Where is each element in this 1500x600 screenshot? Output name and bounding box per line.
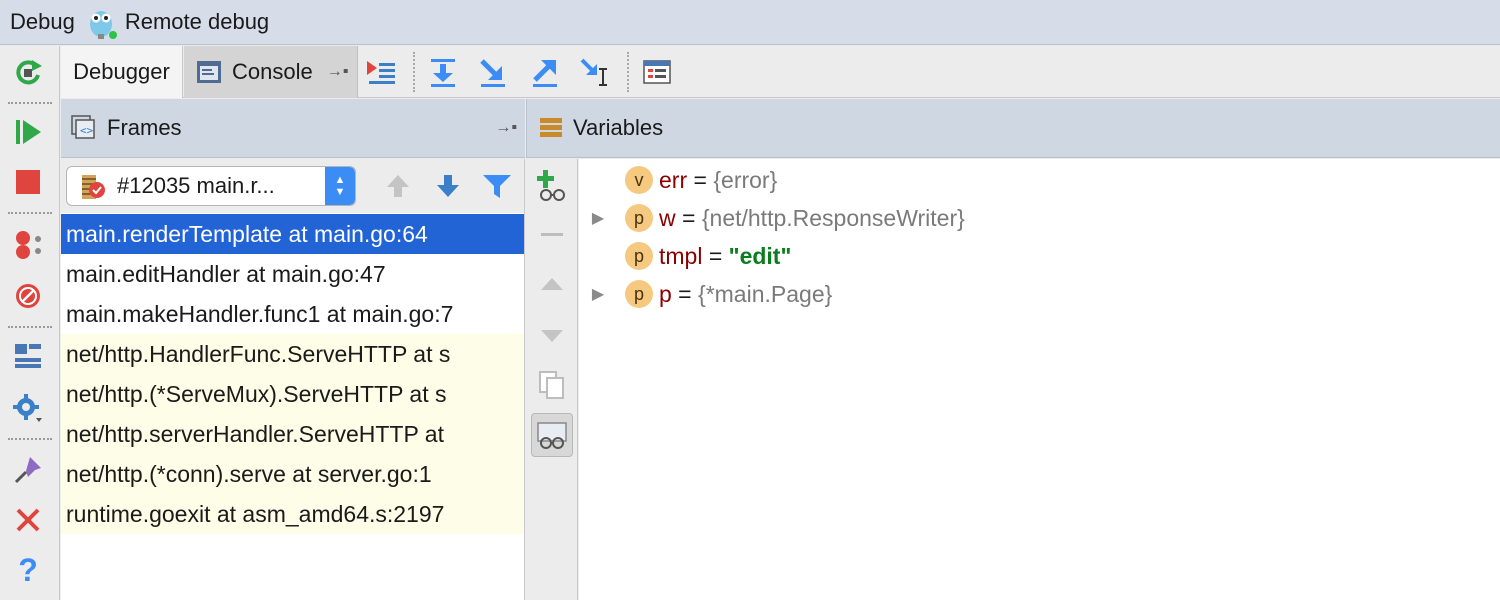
variable-equals: =	[687, 166, 714, 193]
copy-icon[interactable]	[532, 365, 572, 405]
view-breakpoints-icon[interactable]	[8, 224, 48, 264]
title-bar: Debug Remote debug	[0, 0, 1500, 45]
step-into-icon[interactable]	[475, 54, 511, 90]
variable-kind-badge: p	[625, 280, 653, 308]
frames-header: <> Frames →▪	[61, 99, 525, 158]
config-name: Remote debug	[124, 9, 270, 34]
expand-arrow-icon[interactable]: ▶	[583, 208, 613, 228]
rerun-icon[interactable]	[8, 52, 48, 92]
resume-icon[interactable]	[8, 112, 48, 152]
new-watch-icon[interactable]	[532, 165, 572, 205]
hide-frames-icon[interactable]: →▪	[495, 119, 517, 137]
frame-item[interactable]: net/http.(*conn).serve at server.go:1	[61, 454, 524, 494]
settings-icon[interactable]	[8, 388, 48, 428]
console-icon	[196, 60, 222, 84]
variable-value: {net/http.ResponseWriter}	[701, 204, 965, 231]
variables-icon	[539, 116, 563, 140]
next-frame-icon[interactable]	[433, 171, 463, 201]
variable-value: "edit"	[728, 242, 792, 269]
tab-console[interactable]: Console →▪	[184, 46, 358, 98]
run-to-cursor-icon[interactable]	[577, 54, 613, 90]
thread-icon	[79, 173, 107, 201]
previous-frame-icon[interactable]	[383, 171, 413, 201]
step-out-icon[interactable]	[527, 54, 563, 90]
variable-value: {error}	[713, 166, 778, 193]
thread-row: #12035 main.r... ▲ ▼	[61, 159, 524, 213]
mute-breakpoints-icon[interactable]	[8, 276, 48, 316]
thread-selector[interactable]: #12035 main.r... ▲ ▼	[66, 166, 356, 206]
variable-name: err	[659, 166, 688, 193]
evaluate-expression-icon[interactable]	[639, 54, 675, 90]
variables-toolbar	[526, 159, 578, 600]
variable-row[interactable]: p tmpl = "edit"	[579, 237, 791, 275]
remove-watch-icon[interactable]	[532, 215, 572, 255]
variable-name: tmpl	[659, 242, 703, 269]
variable-kind-badge: p	[625, 204, 653, 232]
variables-panel: v err = {error} ▶ p w = {net/http.Respon…	[579, 159, 1500, 600]
variable-name: p	[659, 280, 672, 307]
pin-icon[interactable]	[8, 450, 48, 490]
left-toolbar: ?	[0, 46, 60, 600]
show-execution-point-icon[interactable]	[363, 54, 399, 90]
step-over-icon[interactable]	[425, 54, 461, 90]
variable-value: {*main.Page}	[698, 280, 833, 307]
pin-tab-icon[interactable]: →▪	[327, 63, 349, 81]
variable-equals: =	[702, 242, 729, 269]
thread-stepper-icon[interactable]: ▲ ▼	[325, 167, 355, 205]
stop-icon[interactable]	[8, 162, 48, 202]
restore-layout-icon[interactable]	[8, 336, 48, 376]
move-up-icon[interactable]	[532, 265, 572, 305]
variable-equals: =	[675, 204, 702, 231]
filter-frames-icon[interactable]	[481, 171, 513, 201]
frame-list: main.renderTemplate at main.go:64 main.e…	[61, 214, 524, 534]
variable-kind-badge: p	[625, 242, 653, 270]
console-label: Console	[232, 59, 313, 84]
variable-equals: =	[671, 280, 699, 307]
frame-item[interactable]: main.makeHandler.func1 at main.go:7	[61, 294, 524, 334]
frame-item[interactable]: net/http.(*ServeMux).ServeHTTP at s	[61, 374, 524, 414]
frame-item[interactable]: net/http.HandlerFunc.ServeHTTP at s	[61, 334, 524, 374]
variable-row[interactable]: ▶ p w = {net/http.ResponseWriter}	[579, 199, 965, 237]
frames-title: Frames	[107, 115, 182, 140]
close-icon[interactable]	[8, 500, 48, 540]
debug-tab-row: Debugger Console →▪	[61, 46, 1500, 98]
debug-label: Debug	[10, 9, 75, 34]
variable-kind-badge: v	[625, 166, 653, 194]
svg-text:<>: <>	[80, 124, 94, 137]
frames-icon: <>	[71, 115, 97, 141]
help-icon[interactable]: ?	[8, 550, 48, 590]
tab-debugger[interactable]: Debugger	[61, 46, 183, 98]
variable-row[interactable]: ▶ p p = {*main.Page}	[579, 275, 832, 313]
variable-row[interactable]: v err = {error}	[579, 161, 777, 199]
variables-title: Variables	[573, 115, 664, 140]
thread-name: #12035 main.r...	[117, 173, 275, 198]
variable-name: w	[659, 204, 676, 231]
frame-item[interactable]: main.editHandler at main.go:47	[61, 254, 524, 294]
show-watches-icon[interactable]	[531, 413, 573, 457]
frame-item[interactable]: net/http.serverHandler.ServeHTTP at	[61, 414, 524, 454]
move-down-icon[interactable]	[532, 315, 572, 355]
gopher-icon	[83, 4, 119, 40]
frame-item[interactable]: main.renderTemplate at main.go:64	[61, 214, 524, 254]
variables-header: Variables	[526, 99, 1500, 158]
expand-arrow-icon[interactable]: ▶	[583, 284, 613, 304]
frames-panel: #12035 main.r... ▲ ▼ main.renderTemplate …	[61, 159, 525, 600]
frame-item[interactable]: runtime.goexit at asm_amd64.s:2197	[61, 494, 524, 534]
